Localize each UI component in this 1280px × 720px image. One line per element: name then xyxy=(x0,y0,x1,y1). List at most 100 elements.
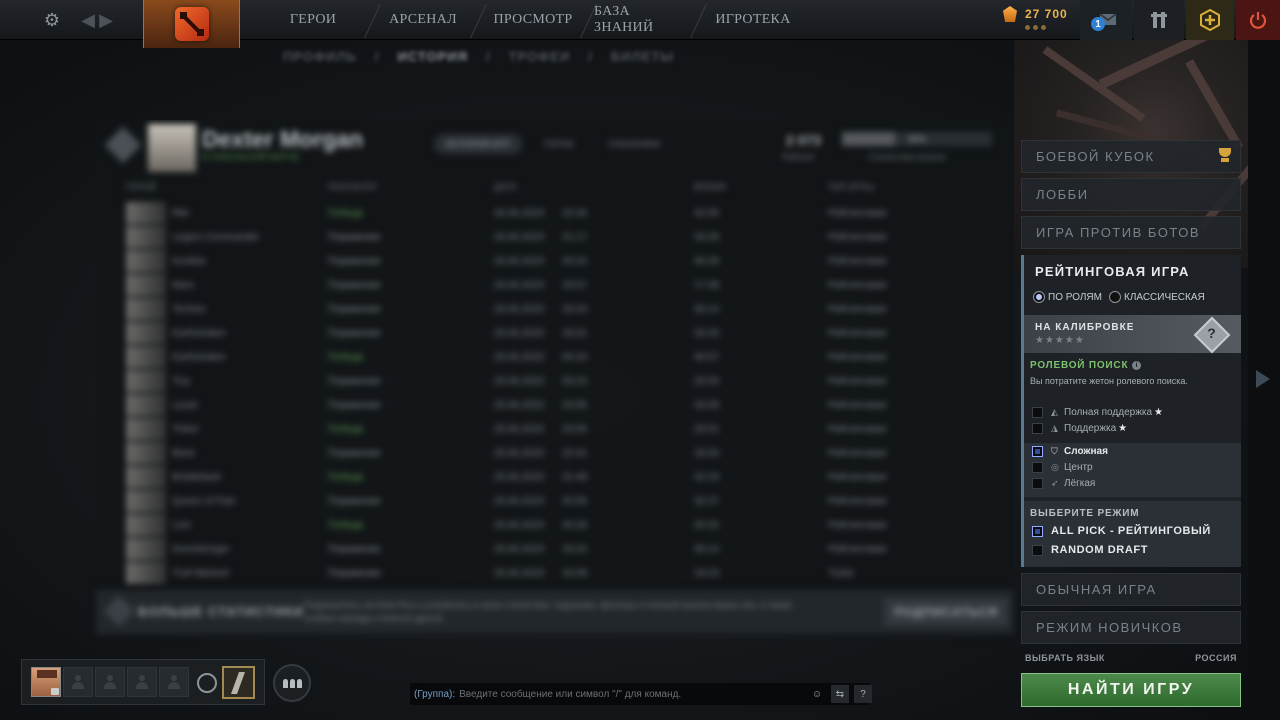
region-selector[interactable]: РОССИЯ xyxy=(1195,653,1237,663)
table-row[interactable]: Troll Warlord Поражение 25.06.2023 16:08 19:… xyxy=(126,562,1006,584)
subnav-trophies[interactable]: ТРОФЕИ xyxy=(509,49,571,64)
table-row[interactable]: Kunkka Поражение 26.06.2023 20:24 40:29 Рейти… xyxy=(126,250,1006,272)
table-row[interactable]: Techies Поражение 26.06.2023 19:16 30:14 Рейт… xyxy=(126,298,1006,320)
subnav-history[interactable]: ИСТОРИЯ xyxy=(398,49,469,64)
radio-role-queue[interactable]: ПО РОЛЯМ xyxy=(1033,291,1102,303)
tab-heroes[interactable]: ГЕРОИ xyxy=(532,134,586,154)
subnav-separator: / xyxy=(374,49,380,64)
table-row[interactable]: Lion Победа 25.06.2023 20:28 20:32 Рейтингова… xyxy=(126,514,1006,536)
match-date: 25.06.2023 xyxy=(494,544,545,555)
table-row[interactable]: Doombringer Поражение 25.06.2023 19:22 30:14… xyxy=(126,538,1006,560)
calibration-status: НА КАЛИБРОВКЕ ★★★★★ ? xyxy=(1024,315,1241,354)
subscribe-button[interactable]: ПОДПИСАТЬСЯ xyxy=(884,598,1008,626)
col-header-result[interactable]: РЕЗУЛЬТАТ xyxy=(328,182,377,192)
exit-button[interactable] xyxy=(1236,0,1280,40)
table-row[interactable]: Bane Поражение 25.06.2023 22:41 18:34 Рейтинг… xyxy=(126,442,1006,464)
nav-divider xyxy=(470,4,487,38)
dota-plus-button[interactable] xyxy=(1186,0,1234,40)
match-history-panel: Dexter Morgan В ЛОКАЛЬНОЙ МАТЧЕ ИСТОРИЯ … xyxy=(96,120,1014,635)
checkbox-checked[interactable] xyxy=(1032,446,1043,457)
armory-button[interactable] xyxy=(1134,0,1184,40)
table-row[interactable]: Earthshaker Победа 26.06.2023 04:10 40:57 Рей… xyxy=(126,346,1006,368)
mode-new-player[interactable]: РЕЖИМ НОВИЧКОВ xyxy=(1021,611,1241,644)
mode-new-player-label: РЕЖИМ НОВИЧКОВ xyxy=(1036,620,1183,635)
messages-button[interactable] xyxy=(1080,0,1132,40)
ranked-title[interactable]: РЕЙТИНГОВАЯ ИГРА xyxy=(1035,264,1190,279)
table-row[interactable]: Tinker Победа 25.06.2023 23:06 20:01 Рейтинго… xyxy=(126,418,1006,440)
role-offlane[interactable]: ⛉ Сложная xyxy=(1032,446,1108,457)
gear-icon[interactable]: ⚙ xyxy=(38,0,66,40)
table-row[interactable]: Legion Commander Поражение 26.06.2023 21:17… xyxy=(126,226,1006,248)
party-slot[interactable] xyxy=(159,667,189,697)
checkbox[interactable] xyxy=(1032,478,1043,489)
tab-match-history[interactable]: ИСТОРИЯ ИГР xyxy=(434,134,522,154)
tab-allies[interactable]: СОЮЗНИКИ xyxy=(596,134,673,154)
table-row[interactable]: Bristleback Победа 25.06.2023 21:49 42:19 Рей… xyxy=(126,466,1006,488)
avatar[interactable] xyxy=(31,667,61,697)
help-icon[interactable]: ? xyxy=(854,685,872,703)
subnav-tickets[interactable]: БИЛЕТЫ xyxy=(611,49,674,64)
hero-name: Kunkka xyxy=(172,256,206,267)
party-slot[interactable] xyxy=(127,667,157,697)
match-result: Победа xyxy=(328,424,364,435)
subnav-profile[interactable]: ПРОФИЛЬ xyxy=(283,49,357,64)
role-hard-support[interactable]: ◭ Полная поддержка ★ xyxy=(1032,407,1163,418)
radio-classic[interactable]: КЛАССИЧЕСКАЯ xyxy=(1109,291,1205,303)
mode-lobby[interactable]: ЛОББИ xyxy=(1021,178,1241,211)
col-header-type[interactable]: ТИП ИГРЫ xyxy=(828,182,874,192)
choose-language-button[interactable]: ВЫБРАТЬ ЯЗЫК xyxy=(1025,653,1105,663)
emoji-icon[interactable]: ☺ xyxy=(808,685,826,703)
match-date: 25.06.2023 xyxy=(494,472,545,483)
expand-panel-arrow-icon[interactable] xyxy=(1256,370,1270,388)
checkbox[interactable] xyxy=(1032,544,1043,556)
stats-progress-caption: Статистика игрока xyxy=(868,152,946,162)
mode-bots[interactable]: ИГРА ПРОТИВ БОТОВ xyxy=(1021,216,1241,249)
match-duration: 33:28 xyxy=(694,232,720,243)
table-row[interactable]: Tiny Поражение 26.06.2023 03:23 20:04 Рейтинг… xyxy=(126,370,1006,392)
table-row[interactable]: Queen of Pain Поражение 25.06.2023 20:55 32:… xyxy=(126,490,1006,512)
party-slot[interactable] xyxy=(95,667,125,697)
mode-select-title: ВЫБЕРИТЕ РЕЖИМ xyxy=(1030,508,1140,519)
hero-name: Bane xyxy=(172,448,196,459)
checkbox[interactable] xyxy=(1032,407,1043,418)
party-finder-button[interactable] xyxy=(273,664,311,702)
table-row[interactable]: Riki Победа 26.06.2023 22:26 42:06 Рейтингова… xyxy=(126,202,1006,224)
party-slot[interactable] xyxy=(63,667,93,697)
table-row[interactable]: Earthshaker Поражение 26.06.2023 18:31 33:43… xyxy=(126,322,1006,344)
table-row[interactable]: Mars Поражение 26.06.2023 19:57 17:48 Рейтинг… xyxy=(126,274,1006,296)
checkbox[interactable] xyxy=(1032,423,1043,434)
nav-arcade[interactable]: ИГРОТЕКА xyxy=(706,0,800,40)
mode-unranked-label: ОБЫЧНАЯ ИГРА xyxy=(1036,582,1157,597)
mode-all-pick-ranked[interactable]: ALL PICK - РЕЙТИНГОВЫЙ xyxy=(1032,525,1211,537)
nav-heroes[interactable]: ГЕРОИ xyxy=(270,0,356,40)
chat-input[interactable]: (Группа): Введите сообщение или символ "… xyxy=(410,683,870,705)
find-match-button[interactable]: НАЙТИ ИГРУ xyxy=(1021,673,1241,707)
dota-logo-button[interactable] xyxy=(143,0,240,48)
mode-unranked[interactable]: ОБЫЧНАЯ ИГРА xyxy=(1021,573,1241,606)
col-header-time[interactable]: ВРЕМЯ xyxy=(694,182,726,192)
role-mid[interactable]: ◎ Центр xyxy=(1032,462,1093,473)
mode-random-draft[interactable]: RANDOM DRAFT xyxy=(1032,544,1148,556)
avatar[interactable] xyxy=(148,124,196,172)
rank-medal-icon[interactable] xyxy=(222,666,255,699)
nav-knowledge-base[interactable]: БАЗА ЗНАНИЙ xyxy=(594,0,688,40)
role-support[interactable]: ◮ Поддержка ★ xyxy=(1032,423,1127,434)
hero-portrait xyxy=(126,538,166,560)
col-header-hero[interactable]: ГЕРОЙ xyxy=(126,182,156,192)
col-header-date[interactable]: ДАТА xyxy=(494,182,517,192)
forward-arrow-icon[interactable]: ▶ xyxy=(96,0,116,40)
match-date: 26.06.2023 xyxy=(494,280,545,291)
info-icon[interactable]: i xyxy=(1132,361,1142,370)
table-row[interactable]: Lycan Поражение 25.06.2023 23:56 43:29 Рейтин… xyxy=(126,394,1006,416)
mode-battle-cup[interactable]: БОЕВОЙ КУБОК xyxy=(1021,140,1241,173)
nav-arsenal[interactable]: АРСЕНАЛ xyxy=(380,0,466,40)
role-safelane[interactable]: ➶ Лёгкая xyxy=(1032,478,1095,489)
checkbox[interactable] xyxy=(1032,462,1043,473)
nav-watch[interactable]: ПРОСМОТР xyxy=(486,0,580,40)
voice-chat-headset-icon[interactable] xyxy=(197,673,217,693)
back-arrow-icon[interactable]: ◀ xyxy=(78,0,98,40)
chat-wheel-icon[interactable]: ⇆ xyxy=(831,685,849,703)
shards-currency[interactable]: 27 700 xyxy=(1003,6,1068,22)
checkbox-checked[interactable] xyxy=(1032,525,1043,537)
core-roles-group: ⛉ Сложная ◎ Центр ➶ Лёгкая xyxy=(1024,443,1241,497)
